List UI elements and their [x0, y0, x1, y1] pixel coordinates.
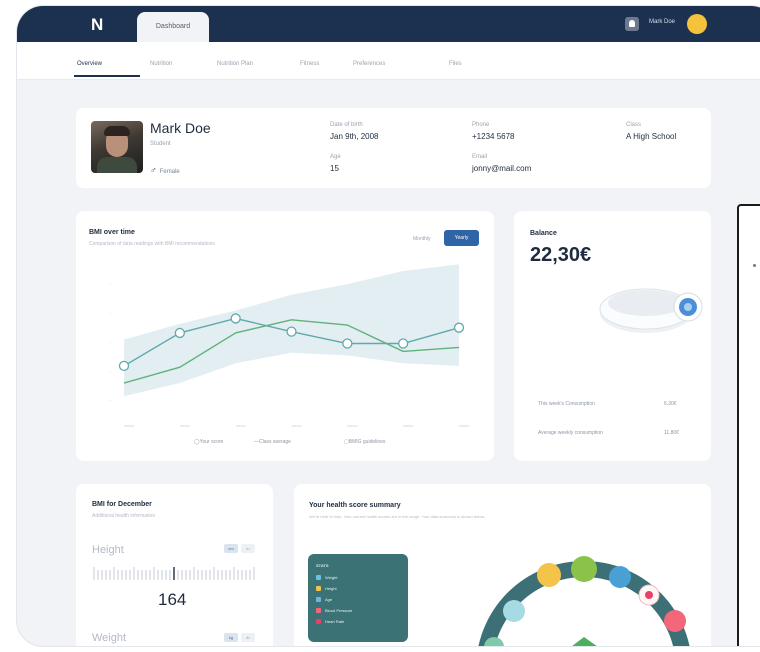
your-score-point: [286, 326, 297, 337]
height-unit-cm[interactable]: cm: [224, 544, 238, 553]
bmi-chart-card: BMI over time Comparison of data reading…: [76, 211, 494, 461]
legend-guidelines: ▢ BMIG guidelines: [344, 439, 386, 445]
balance-value: 22,30€: [530, 244, 592, 266]
blood-pressure-icon: [316, 608, 321, 614]
your-score-point: [174, 327, 185, 339]
balance-label: Balance: [530, 230, 557, 237]
monthly-toggle[interactable]: Monthly: [413, 236, 431, 242]
chart-legend: ◯ Your score — Class average ▢ BMIG guid…: [194, 439, 454, 449]
height-unit-in[interactable]: in: [241, 544, 255, 553]
tab-dashboard[interactable]: Dashboard: [137, 12, 209, 42]
yearly-toggle[interactable]: Yearly: [444, 230, 479, 246]
stat-heart-rate: Heart Rate: [316, 619, 344, 627]
bmi-december-title: BMI for December: [92, 501, 152, 508]
health-summary-title: Your health score summary: [309, 502, 401, 509]
subnav-nutrition[interactable]: Nutrition: [150, 61, 172, 67]
weight-icon: [316, 575, 321, 581]
bmi-line-chart: – – – – –: [109, 264, 469, 427]
weekly-consumption-value: 6.30€: [664, 401, 677, 407]
email-label: Email: [472, 154, 488, 160]
health-score-gauge: [478, 556, 690, 646]
subnav-overview[interactable]: Overview: [77, 61, 102, 67]
phone-value: +1234 5678: [472, 132, 515, 141]
weight-unit-kg[interactable]: kg: [224, 633, 238, 642]
subnav-preferences[interactable]: Preferences: [353, 61, 385, 67]
heart-rate-icon: [316, 619, 321, 625]
profile-photo: [91, 121, 143, 173]
your-score-point: [118, 360, 130, 372]
subnav-files[interactable]: Files: [449, 61, 462, 67]
height-ruler-slider[interactable]: [92, 566, 256, 582]
subnav-fitness[interactable]: Fitness: [300, 61, 319, 67]
profile-name: Mark Doe: [150, 120, 211, 136]
y-tick-label: –: [109, 282, 112, 287]
y-tick-label: –: [109, 398, 112, 403]
bmi-chart-subtitle: Comparison of data readings with BMI rec…: [89, 241, 215, 247]
profile-card: Mark Doe Student ♂ Female Date of birth J…: [76, 108, 711, 188]
age-icon: [316, 597, 321, 603]
height-value: 164: [158, 590, 187, 609]
height-icon: [316, 586, 321, 592]
side-panel-overlay: [737, 204, 760, 646]
weekly-consumption-label: This week's Consumption: [538, 401, 595, 407]
notification-bell-icon[interactable]: [625, 17, 639, 31]
stat-weight: Weight: [316, 575, 337, 583]
profile-role: Student: [150, 141, 171, 147]
stat-blood-pressure: Blood Pressure: [316, 608, 352, 616]
stat-age: Age: [316, 597, 332, 605]
y-tick-label: –: [109, 311, 112, 316]
top-bar: N Dashboard Mark Doe: [17, 6, 760, 42]
your-score-point: [230, 313, 241, 324]
active-tab-indicator: [74, 75, 140, 77]
class-label: Class: [626, 122, 642, 128]
app-logo: N: [91, 15, 104, 34]
user-avatar[interactable]: [687, 14, 707, 34]
panel-marker: [753, 264, 756, 267]
sub-navigation: Overview Nutrition Nutrition Plan Fitnes…: [17, 42, 760, 80]
stats-legend-box: STATS Weight Height Age Blood Pressure H…: [308, 554, 408, 642]
dob-label: Date of birth: [330, 122, 363, 128]
age-label: Age: [330, 154, 341, 160]
class-value: A High School: [626, 132, 677, 141]
avg-consumption-label: Average weekly consumption: [538, 430, 603, 436]
legend-your-score: ◯ Your score: [194, 439, 224, 445]
y-tick-label: –: [109, 369, 112, 374]
bmi-chart-title: BMI over time: [89, 229, 135, 236]
wristband-image: [599, 288, 703, 333]
stat-height: Height: [316, 586, 337, 594]
bmi-december-subtitle: Additional health information: [92, 513, 156, 519]
y-tick-label: –: [109, 340, 112, 345]
profile-gender: ♂ Female: [150, 165, 180, 175]
weight-unit-lb[interactable]: lb: [241, 633, 255, 642]
email-value: jonny@mail.com: [472, 164, 532, 173]
your-score-point: [398, 338, 409, 349]
stats-header: STATS: [316, 563, 329, 568]
your-score-point: [453, 322, 465, 333]
app-window: N Dashboard Mark Doe Overview Nutrition …: [17, 6, 760, 646]
avg-consumption-value: 11.80€: [664, 430, 679, 436]
your-score-point: [342, 338, 353, 349]
health-summary-subtitle: We're here to help. Your current health …: [309, 514, 486, 519]
height-label: Height: [92, 544, 124, 556]
age-value: 15: [330, 164, 339, 173]
bmi-december-card: BMI for December Additional health infor…: [76, 484, 273, 646]
weight-label: Weight: [92, 632, 127, 644]
balance-card: Balance 22,30€ This week's Consumption 6…: [514, 211, 711, 461]
dob-value: Jan 9th, 2008: [330, 132, 379, 141]
health-summary-card: Your health score summary We're here to …: [294, 484, 711, 646]
gender-icon: ♂: [150, 165, 157, 175]
legend-class-average: — Class average: [254, 439, 291, 445]
user-name[interactable]: Mark Doe: [649, 19, 675, 25]
phone-label: Phone: [472, 122, 490, 128]
subnav-nutrition-plan[interactable]: Nutrition Plan: [217, 61, 253, 67]
